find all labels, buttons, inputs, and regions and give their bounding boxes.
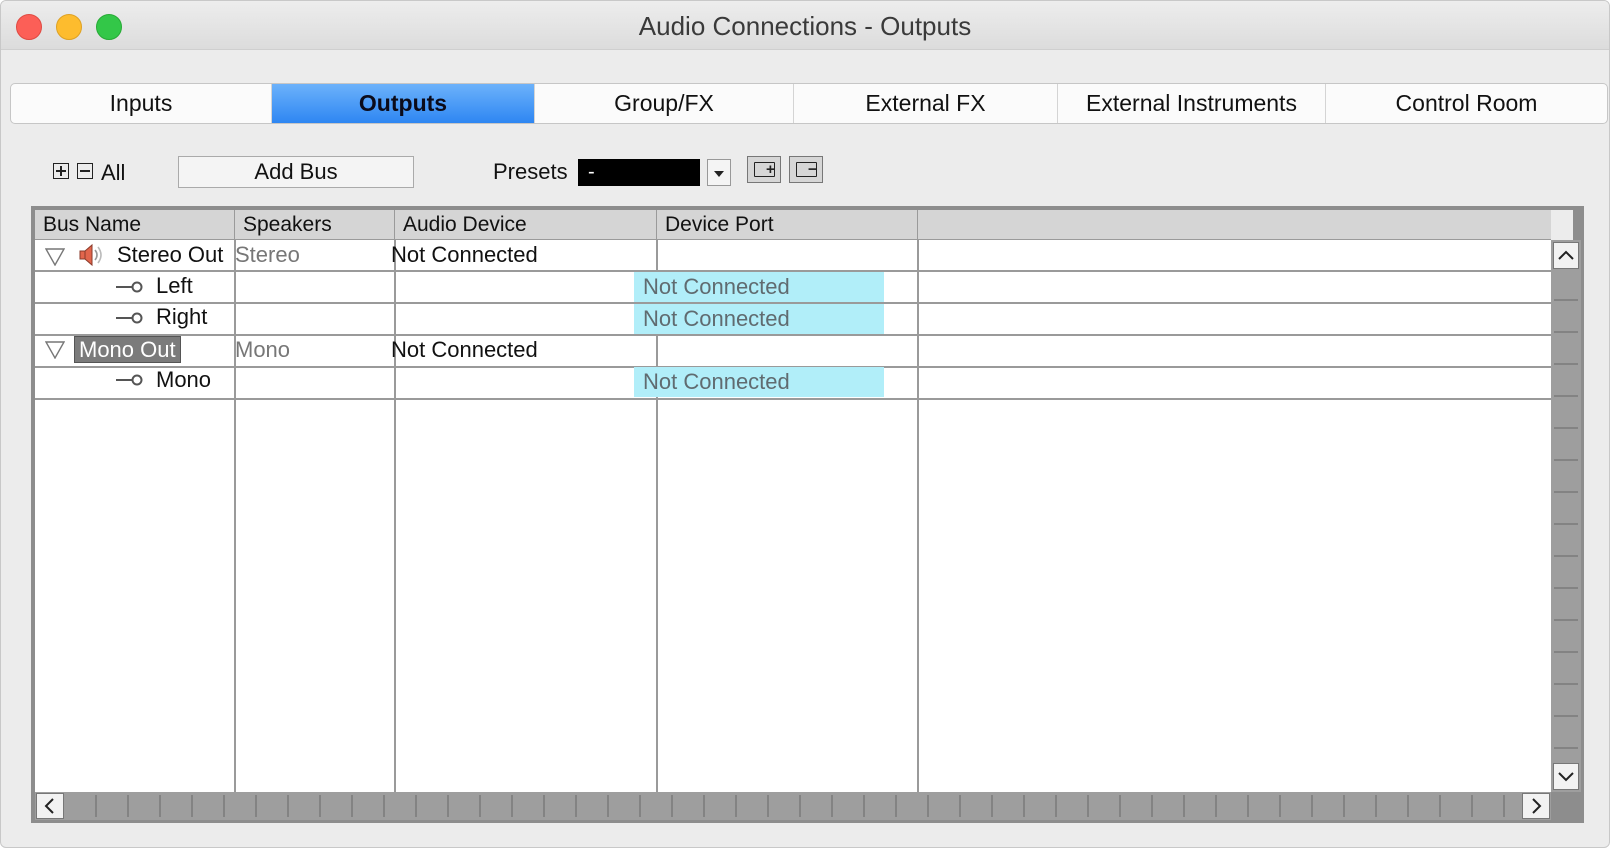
tab-outputs[interactable]: Outputs	[272, 84, 535, 123]
horizontal-scrollbar[interactable]	[35, 792, 1551, 820]
title-bar[interactable]: Audio Connections - Outputs	[1, 1, 1609, 50]
scroll-left-button[interactable]	[36, 793, 64, 819]
bus-name: Mono Out	[74, 335, 181, 365]
plug-icon	[115, 311, 145, 330]
device-port-cell[interactable]: Not Connected	[634, 272, 884, 302]
device-port-cell[interactable]: Not Connected	[634, 367, 884, 397]
scroll-up-button[interactable]	[1553, 242, 1579, 269]
bus-speakers: Stereo	[235, 242, 300, 267]
column-divider	[234, 240, 236, 792]
add-preset-icon: +	[754, 162, 775, 177]
tab-external-fx[interactable]: External FX	[794, 84, 1058, 123]
scroll-right-button[interactable]	[1522, 793, 1550, 819]
tab-control-room[interactable]: Control Room	[1326, 84, 1607, 123]
tab-inputs[interactable]: Inputs	[11, 84, 272, 123]
presets-select[interactable]: -	[578, 159, 700, 186]
remove-preset-button[interactable]: −	[789, 156, 823, 183]
column-header-device-port[interactable]: Device Port	[657, 210, 918, 240]
column-divider	[917, 240, 919, 792]
save-preset-button[interactable]: +	[747, 156, 781, 183]
tab-group-fx[interactable]: Group/FX	[535, 84, 794, 123]
bus-name: Stereo Out	[117, 242, 224, 267]
bus-audio-device[interactable]: Not Connected	[391, 240, 538, 270]
plug-icon	[115, 280, 145, 299]
presets-label: Presets	[493, 159, 568, 184]
bus-speakers: Mono	[235, 337, 291, 362]
channel-name: Mono	[156, 367, 212, 392]
tab-external-instruments[interactable]: External Instruments	[1058, 84, 1326, 123]
all-label: All	[101, 160, 126, 185]
column-header-bus-name[interactable]: Bus Name	[35, 210, 235, 240]
expand-all-icon[interactable]	[53, 163, 69, 179]
bus-audio-device[interactable]: Not Connected	[391, 335, 538, 365]
bus-table: Bus Name Speakers Audio Device Device Po…	[35, 210, 1551, 792]
vertical-scrollbar[interactable]	[1551, 240, 1581, 792]
channel-name: Right	[156, 304, 208, 329]
presets-dropdown-icon[interactable]	[707, 159, 731, 186]
chevron-up-icon	[1558, 250, 1574, 260]
remove-preset-icon: −	[796, 162, 817, 177]
collapse-all-icon[interactable]	[77, 163, 93, 179]
scroll-down-button[interactable]	[1553, 763, 1579, 790]
column-header-audio-device[interactable]: Audio Device	[395, 210, 657, 240]
column-divider	[394, 240, 396, 792]
row-divider	[35, 398, 1551, 400]
toolbar: All Add Bus Presets - + −	[1, 151, 1609, 191]
window-title: Audio Connections - Outputs	[638, 11, 972, 41]
column-header-empty	[918, 210, 1551, 240]
device-port-cell[interactable]: Not Connected	[634, 304, 884, 334]
chevron-down-icon	[1558, 772, 1574, 782]
column-header-speakers[interactable]: Speakers	[235, 210, 395, 240]
add-bus-button[interactable]: Add Bus	[178, 156, 414, 188]
horizontal-scroll-track[interactable]	[65, 795, 1521, 817]
vertical-scroll-track[interactable]	[1554, 269, 1578, 763]
speaker-icon	[79, 243, 107, 272]
chevron-right-icon	[1532, 798, 1542, 814]
bus-name-selected[interactable]: Mono Out	[74, 336, 181, 363]
tab-bar: Inputs Outputs Group/FX External FX Exte…	[10, 83, 1608, 124]
chevron-left-icon	[44, 798, 54, 814]
channel-name: Left	[156, 273, 193, 298]
plug-icon	[115, 373, 145, 392]
